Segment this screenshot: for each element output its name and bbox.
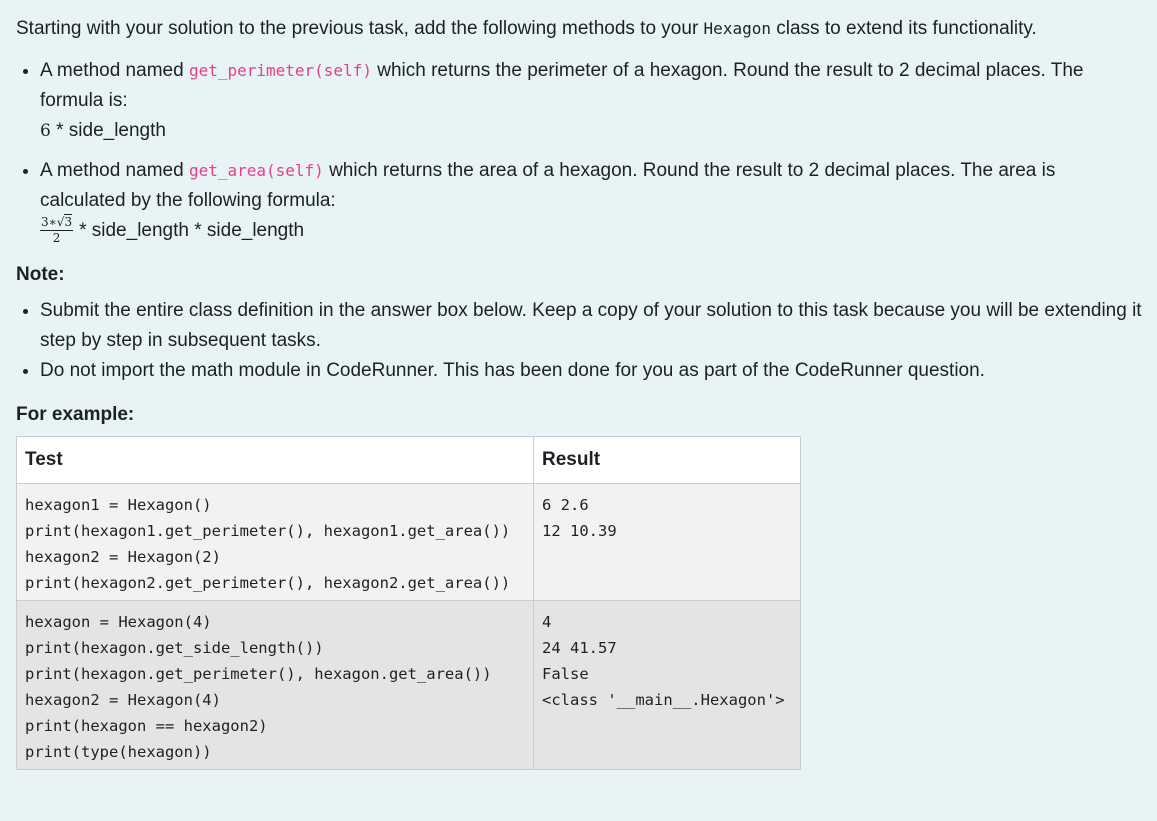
method-get-perimeter: get_perimeter(self) [188,61,372,80]
formula-text: * side_length [50,120,166,141]
table-header-row: Test Result [16,436,801,484]
intro-paragraph: Starting with your solution to the previ… [16,14,1146,44]
requirement-prefix: A method named [40,60,189,81]
result-cell: 4 24 41.57 False <class '__main__.Hexago… [533,600,801,770]
formula-number: 6 [40,121,51,141]
area-formula: 3∗√3 2 * side_length * side_length [40,214,1146,246]
requirement-prefix: A method named [40,160,189,181]
note-item: Submit the entire class definition in th… [40,296,1146,356]
test-cell: hexagon1 = Hexagon() print(hexagon1.get_… [16,483,534,601]
example-table: Test Result hexagon1 = Hexagon() print(h… [16,436,801,770]
requirement-area: A method named get_area(self) which retu… [40,156,1146,246]
test-cell: hexagon = Hexagon(4) print(hexagon.get_s… [16,600,534,770]
table-row: hexagon = Hexagon(4) print(hexagon.get_s… [16,600,801,770]
note-list: Submit the entire class definition in th… [16,296,1146,386]
requirement-perimeter: A method named get_perimeter(self) which… [40,56,1146,146]
numerator-left: 3∗ [41,215,57,230]
result-cell: 6 2.6 12 10.39 [533,483,801,601]
column-header-result: Result [533,436,801,484]
perimeter-formula: 6 * side_length [40,116,1146,146]
sqrt-radicand: 3 [64,214,73,230]
example-heading: For example: [16,404,135,425]
note-item: Do not import the math module in CodeRun… [40,356,1146,386]
fraction-denominator: 2 [52,231,61,246]
requirements-list: A method named get_perimeter(self) which… [16,56,1146,246]
area-fraction: 3∗√3 2 [40,214,74,246]
note-heading: Note: [16,264,65,285]
method-get-area: get_area(self) [188,161,324,180]
intro-before: Starting with your solution to the previ… [16,18,704,39]
column-header-test: Test [16,436,534,484]
fraction-numerator: 3∗√3 [40,214,74,232]
table-row: hexagon1 = Hexagon() print(hexagon1.get_… [16,483,801,601]
class-name-code: Hexagon [703,19,771,38]
intro-after: class to extend its functionality. [770,18,1037,39]
question-text: Starting with your solution to the previ… [16,14,1146,770]
formula-text: * side_length * side_length [79,220,305,241]
